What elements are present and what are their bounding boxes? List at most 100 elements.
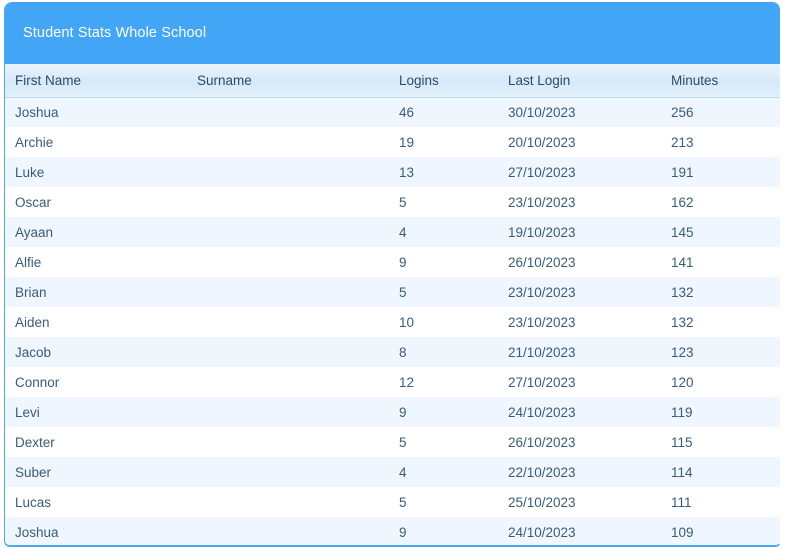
cell-logins: 9 — [389, 397, 498, 427]
cell-surname — [187, 247, 389, 277]
cell-surname — [187, 277, 389, 307]
column-header-first-name[interactable]: First Name — [5, 64, 187, 98]
cell-first_name: Joshua — [5, 97, 187, 127]
table-row[interactable]: Lucas 5 25/10/2023 111 — [5, 487, 780, 517]
cell-last_login: 24/10/2023 — [498, 397, 661, 427]
cell-minutes: 141 — [661, 247, 780, 277]
table-body: Joshua 46 30/10/2023 256 Archie 19 20/10/2023 2… — [5, 97, 780, 545]
cell-surname — [187, 397, 389, 427]
cell-surname — [187, 427, 389, 457]
cell-minutes: 120 — [661, 367, 780, 397]
table-row[interactable]: Aiden 10 23/10/2023 132 — [5, 307, 780, 337]
cell-minutes: 145 — [661, 217, 780, 247]
student-stats-table: First Name Surname Logins Last Login Min… — [5, 64, 780, 545]
page-title: Student Stats Whole School — [23, 25, 207, 41]
table-row[interactable]: Ayaan 4 19/10/2023 145 — [5, 217, 780, 247]
cell-logins: 12 — [389, 367, 498, 397]
column-header-minutes[interactable]: Minutes — [661, 64, 780, 98]
cell-logins: 5 — [389, 187, 498, 217]
cell-minutes: 132 — [661, 307, 780, 337]
table-row[interactable]: Connor 12 27/10/2023 120 — [5, 367, 780, 397]
cell-minutes: 115 — [661, 427, 780, 457]
table-row[interactable]: Oscar 5 23/10/2023 162 — [5, 187, 780, 217]
cell-logins: 10 — [389, 307, 498, 337]
column-header-logins-label: Logins — [399, 72, 439, 88]
cell-last_login: 20/10/2023 — [498, 127, 661, 157]
cell-minutes: 109 — [661, 517, 780, 545]
column-header-minutes-label: Minutes — [671, 72, 719, 88]
cell-last_login: 23/10/2023 — [498, 277, 661, 307]
cell-last_login: 21/10/2023 — [498, 337, 661, 367]
cell-last_login: 25/10/2023 — [498, 487, 661, 517]
cell-first_name: Dexter — [5, 427, 187, 457]
cell-first_name: Lucas — [5, 487, 187, 517]
cell-first_name: Suber — [5, 457, 187, 487]
cell-last_login: 27/10/2023 — [498, 367, 661, 397]
cell-last_login: 22/10/2023 — [498, 457, 661, 487]
cell-first_name: Alfie — [5, 247, 187, 277]
cell-minutes: 111 — [661, 487, 780, 517]
table-row[interactable]: Archie 19 20/10/2023 213 — [5, 127, 780, 157]
cell-last_login: 24/10/2023 — [498, 517, 661, 545]
cell-surname — [187, 127, 389, 157]
cell-surname — [187, 487, 389, 517]
cell-minutes: 132 — [661, 277, 780, 307]
cell-first_name: Joshua — [5, 517, 187, 545]
cell-logins: 9 — [389, 247, 498, 277]
table-row[interactable]: Joshua 46 30/10/2023 256 — [5, 97, 780, 127]
cell-first_name: Luke — [5, 157, 187, 187]
cell-first_name: Jacob — [5, 337, 187, 367]
cell-first_name: Levi — [5, 397, 187, 427]
table-row[interactable]: Dexter 5 26/10/2023 115 — [5, 427, 780, 457]
cell-surname — [187, 517, 389, 545]
cell-first_name: Aiden — [5, 307, 187, 337]
cell-logins: 4 — [389, 457, 498, 487]
cell-minutes: 256 — [661, 97, 780, 127]
cell-first_name: Brian — [5, 277, 187, 307]
table-row[interactable]: Jacob 8 21/10/2023 123 — [5, 337, 780, 367]
cell-minutes: 114 — [661, 457, 780, 487]
table-row[interactable]: Joshua 9 24/10/2023 109 — [5, 517, 780, 545]
cell-logins: 4 — [389, 217, 498, 247]
column-header-surname-label: Surname — [197, 72, 252, 88]
cell-logins: 8 — [389, 337, 498, 367]
table-header-row: First Name Surname Logins Last Login Min… — [5, 64, 780, 98]
cell-minutes: 191 — [661, 157, 780, 187]
cell-logins: 5 — [389, 277, 498, 307]
column-header-surname[interactable]: Surname — [187, 64, 389, 98]
column-header-last-login-label: Last Login — [508, 72, 571, 88]
cell-first_name: Archie — [5, 127, 187, 157]
table-row[interactable]: Levi 9 24/10/2023 119 — [5, 397, 780, 427]
cell-first_name: Connor — [5, 367, 187, 397]
panel-title-bar: Student Stats Whole School — [5, 2, 780, 64]
table-row[interactable]: Brian 5 23/10/2023 132 — [5, 277, 780, 307]
cell-surname — [187, 97, 389, 127]
table-row[interactable]: Luke 13 27/10/2023 191 — [5, 157, 780, 187]
cell-surname — [187, 157, 389, 187]
cell-minutes: 162 — [661, 187, 780, 217]
table-header: First Name Surname Logins Last Login Min… — [5, 64, 780, 98]
table-row[interactable]: Alfie 9 26/10/2023 141 — [5, 247, 780, 277]
cell-first_name: Oscar — [5, 187, 187, 217]
cell-logins: 13 — [389, 157, 498, 187]
cell-first_name: Ayaan — [5, 217, 187, 247]
cell-last_login: 19/10/2023 — [498, 217, 661, 247]
cell-minutes: 213 — [661, 127, 780, 157]
cell-surname — [187, 307, 389, 337]
cell-surname — [187, 187, 389, 217]
cell-logins: 46 — [389, 97, 498, 127]
cell-last_login: 27/10/2023 — [498, 157, 661, 187]
column-header-last-login[interactable]: Last Login — [498, 64, 661, 98]
cell-last_login: 26/10/2023 — [498, 427, 661, 457]
cell-last_login: 23/10/2023 — [498, 307, 661, 337]
cell-surname — [187, 217, 389, 247]
cell-last_login: 26/10/2023 — [498, 247, 661, 277]
cell-last_login: 23/10/2023 — [498, 187, 661, 217]
table-row[interactable]: Suber 4 22/10/2023 114 — [5, 457, 780, 487]
cell-minutes: 123 — [661, 337, 780, 367]
cell-surname — [187, 337, 389, 367]
cell-surname — [187, 367, 389, 397]
student-stats-panel: Student Stats Whole School First Name Su… — [4, 2, 781, 547]
column-header-logins[interactable]: Logins — [389, 64, 498, 98]
cell-logins: 9 — [389, 517, 498, 545]
